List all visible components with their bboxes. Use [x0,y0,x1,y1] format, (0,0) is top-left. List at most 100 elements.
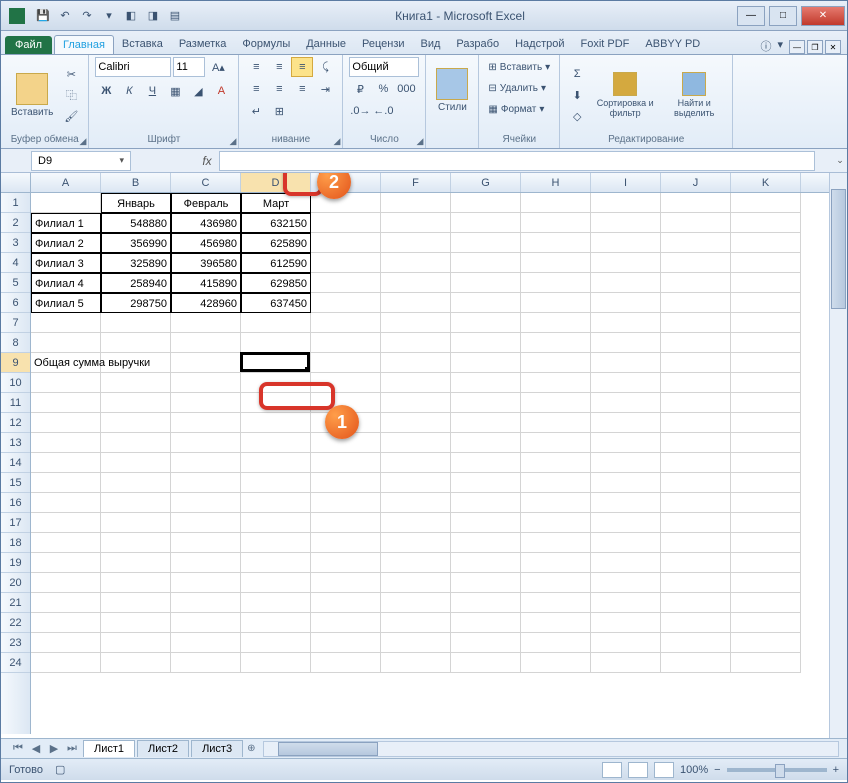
sheet-tab-Лист3[interactable]: Лист3 [191,740,243,757]
vertical-scrollbar[interactable] [829,173,847,738]
tab-разметка[interactable]: Разметка [171,35,235,54]
table-cell[interactable]: Филиал 3 [31,253,101,273]
row-header-7[interactable]: 7 [1,313,30,333]
underline-button[interactable]: Ч [141,81,163,101]
increase-font-icon[interactable]: A▴ [207,57,229,77]
align-center-icon[interactable]: ≡ [268,79,290,99]
table-cell[interactable]: 396580 [171,253,241,273]
qat-custom3-icon[interactable]: ▤ [165,6,185,26]
table-cell[interactable]: Филиал 2 [31,233,101,253]
tab-надстрой[interactable]: Надстрой [507,35,572,54]
insert-cells-button[interactable]: ⊞ Вставить ▾ [485,57,553,77]
col-header-E[interactable]: E [311,173,381,192]
align-top-icon[interactable]: ≡ [245,57,267,77]
sheet-last-icon[interactable]: ⏭ [63,742,81,755]
row-header-13[interactable]: 13 [1,433,30,453]
row-header-23[interactable]: 23 [1,633,30,653]
row-header-17[interactable]: 17 [1,513,30,533]
wb-restore-button[interactable]: ❐ [807,40,823,54]
col-header-C[interactable]: C [171,173,241,192]
col-header-H[interactable]: H [521,173,591,192]
sort-filter-button[interactable]: Сортировка и фильтр [591,62,659,128]
table-cell[interactable]: 325890 [101,253,171,273]
copy-icon[interactable]: ⿻ [60,85,82,105]
delete-cells-button[interactable]: ⊟ Удалить ▾ [485,78,553,98]
merge-icon[interactable]: ⊞ [268,101,290,121]
cells-area[interactable]: 2 1 ЯнварьФевральМартФилиал 154888043698… [31,193,847,734]
formula-input[interactable] [219,151,815,171]
zoom-in-icon[interactable]: + [833,764,839,776]
tab-рецензи[interactable]: Рецензи [354,35,413,54]
row-header-3[interactable]: 3 [1,233,30,253]
row-header-10[interactable]: 10 [1,373,30,393]
row-header-21[interactable]: 21 [1,593,30,613]
table-cell[interactable]: 632150 [241,213,311,233]
cut-icon[interactable]: ✂ [60,64,82,84]
format-cells-button[interactable]: ▦ Формат ▾ [485,99,553,119]
macro-record-icon[interactable]: ▢ [55,763,65,776]
redo-icon[interactable]: ↷ [77,6,97,26]
zoom-level[interactable]: 100% [680,764,708,776]
align-left-icon[interactable]: ≡ [245,79,267,99]
table-cell[interactable]: Филиал 1 [31,213,101,233]
sheet-next-icon[interactable]: ▶ [45,742,63,755]
clear-icon[interactable]: ◇ [566,106,588,126]
sheet-tab-Лист1[interactable]: Лист1 [83,740,135,757]
italic-button[interactable]: К [118,81,140,101]
col-header-B[interactable]: B [101,173,171,192]
tab-главная[interactable]: Главная [54,35,114,54]
border-icon[interactable]: ▦ [164,81,186,101]
tab-foxit pdf[interactable]: Foxit PDF [573,35,638,54]
summary-label-cell[interactable]: Общая сумма выручки [31,353,241,373]
styles-button[interactable]: Стили [432,57,472,123]
minimize-button[interactable]: — [737,6,765,26]
bold-button[interactable]: Ж [95,81,117,101]
fill-icon[interactable]: ⬇ [566,85,588,105]
row-header-9[interactable]: 9 [1,353,30,373]
table-cell[interactable]: Филиал 4 [31,273,101,293]
align-middle-icon[interactable]: ≡ [268,57,290,77]
table-cell[interactable]: 436980 [171,213,241,233]
row-header-2[interactable]: 2 [1,213,30,233]
tab-формулы[interactable]: Формулы [234,35,298,54]
font-color-icon[interactable]: A [210,81,232,101]
table-cell[interactable]: 258940 [101,273,171,293]
col-header-D[interactable]: D [241,173,311,192]
font-size-select[interactable] [173,57,205,77]
currency-icon[interactable]: ₽ [349,79,371,99]
col-header-G[interactable]: G [451,173,521,192]
zoom-slider[interactable] [727,768,827,772]
page-layout-view-button[interactable] [628,762,648,778]
row-header-4[interactable]: 4 [1,253,30,273]
table-cell[interactable]: 637450 [241,293,311,313]
horizontal-scroll-thumb[interactable] [278,742,378,756]
tab-abbyy pd[interactable]: ABBYY PD [637,35,708,54]
percent-icon[interactable]: % [372,79,394,99]
qat-custom1-icon[interactable]: ◧ [121,6,141,26]
formula-expand-icon[interactable]: ⌄ [833,155,847,166]
table-cell[interactable]: 456980 [171,233,241,253]
row-header-5[interactable]: 5 [1,273,30,293]
find-select-button[interactable]: Найти и выделить [662,62,726,128]
row-header-15[interactable]: 15 [1,473,30,493]
font-launcher-icon[interactable]: ◢ [229,136,236,147]
increase-decimal-icon[interactable]: .0→ [349,101,371,121]
clipboard-launcher-icon[interactable]: ◢ [79,136,86,147]
decrease-decimal-icon[interactable]: ←.0 [372,101,394,121]
table-header[interactable]: Январь [101,193,171,213]
col-header-J[interactable]: J [661,173,731,192]
wrap-text-icon[interactable]: ↵ [245,101,267,121]
sheet-tab-Лист2[interactable]: Лист2 [137,740,189,757]
insert-function-button[interactable]: fx [195,151,219,171]
tab-данные[interactable]: Данные [298,35,354,54]
close-button[interactable]: ✕ [801,6,845,26]
row-header-22[interactable]: 22 [1,613,30,633]
autosum-icon[interactable]: Σ [566,64,588,84]
select-all-corner[interactable] [1,173,31,192]
row-header-24[interactable]: 24 [1,653,30,673]
indent-icon[interactable]: ⇥ [314,79,336,99]
qat-more-icon[interactable]: ▾ [99,6,119,26]
normal-view-button[interactable] [602,762,622,778]
help-icon[interactable]: ⓘ [760,38,771,54]
qat-custom2-icon[interactable]: ◨ [143,6,163,26]
